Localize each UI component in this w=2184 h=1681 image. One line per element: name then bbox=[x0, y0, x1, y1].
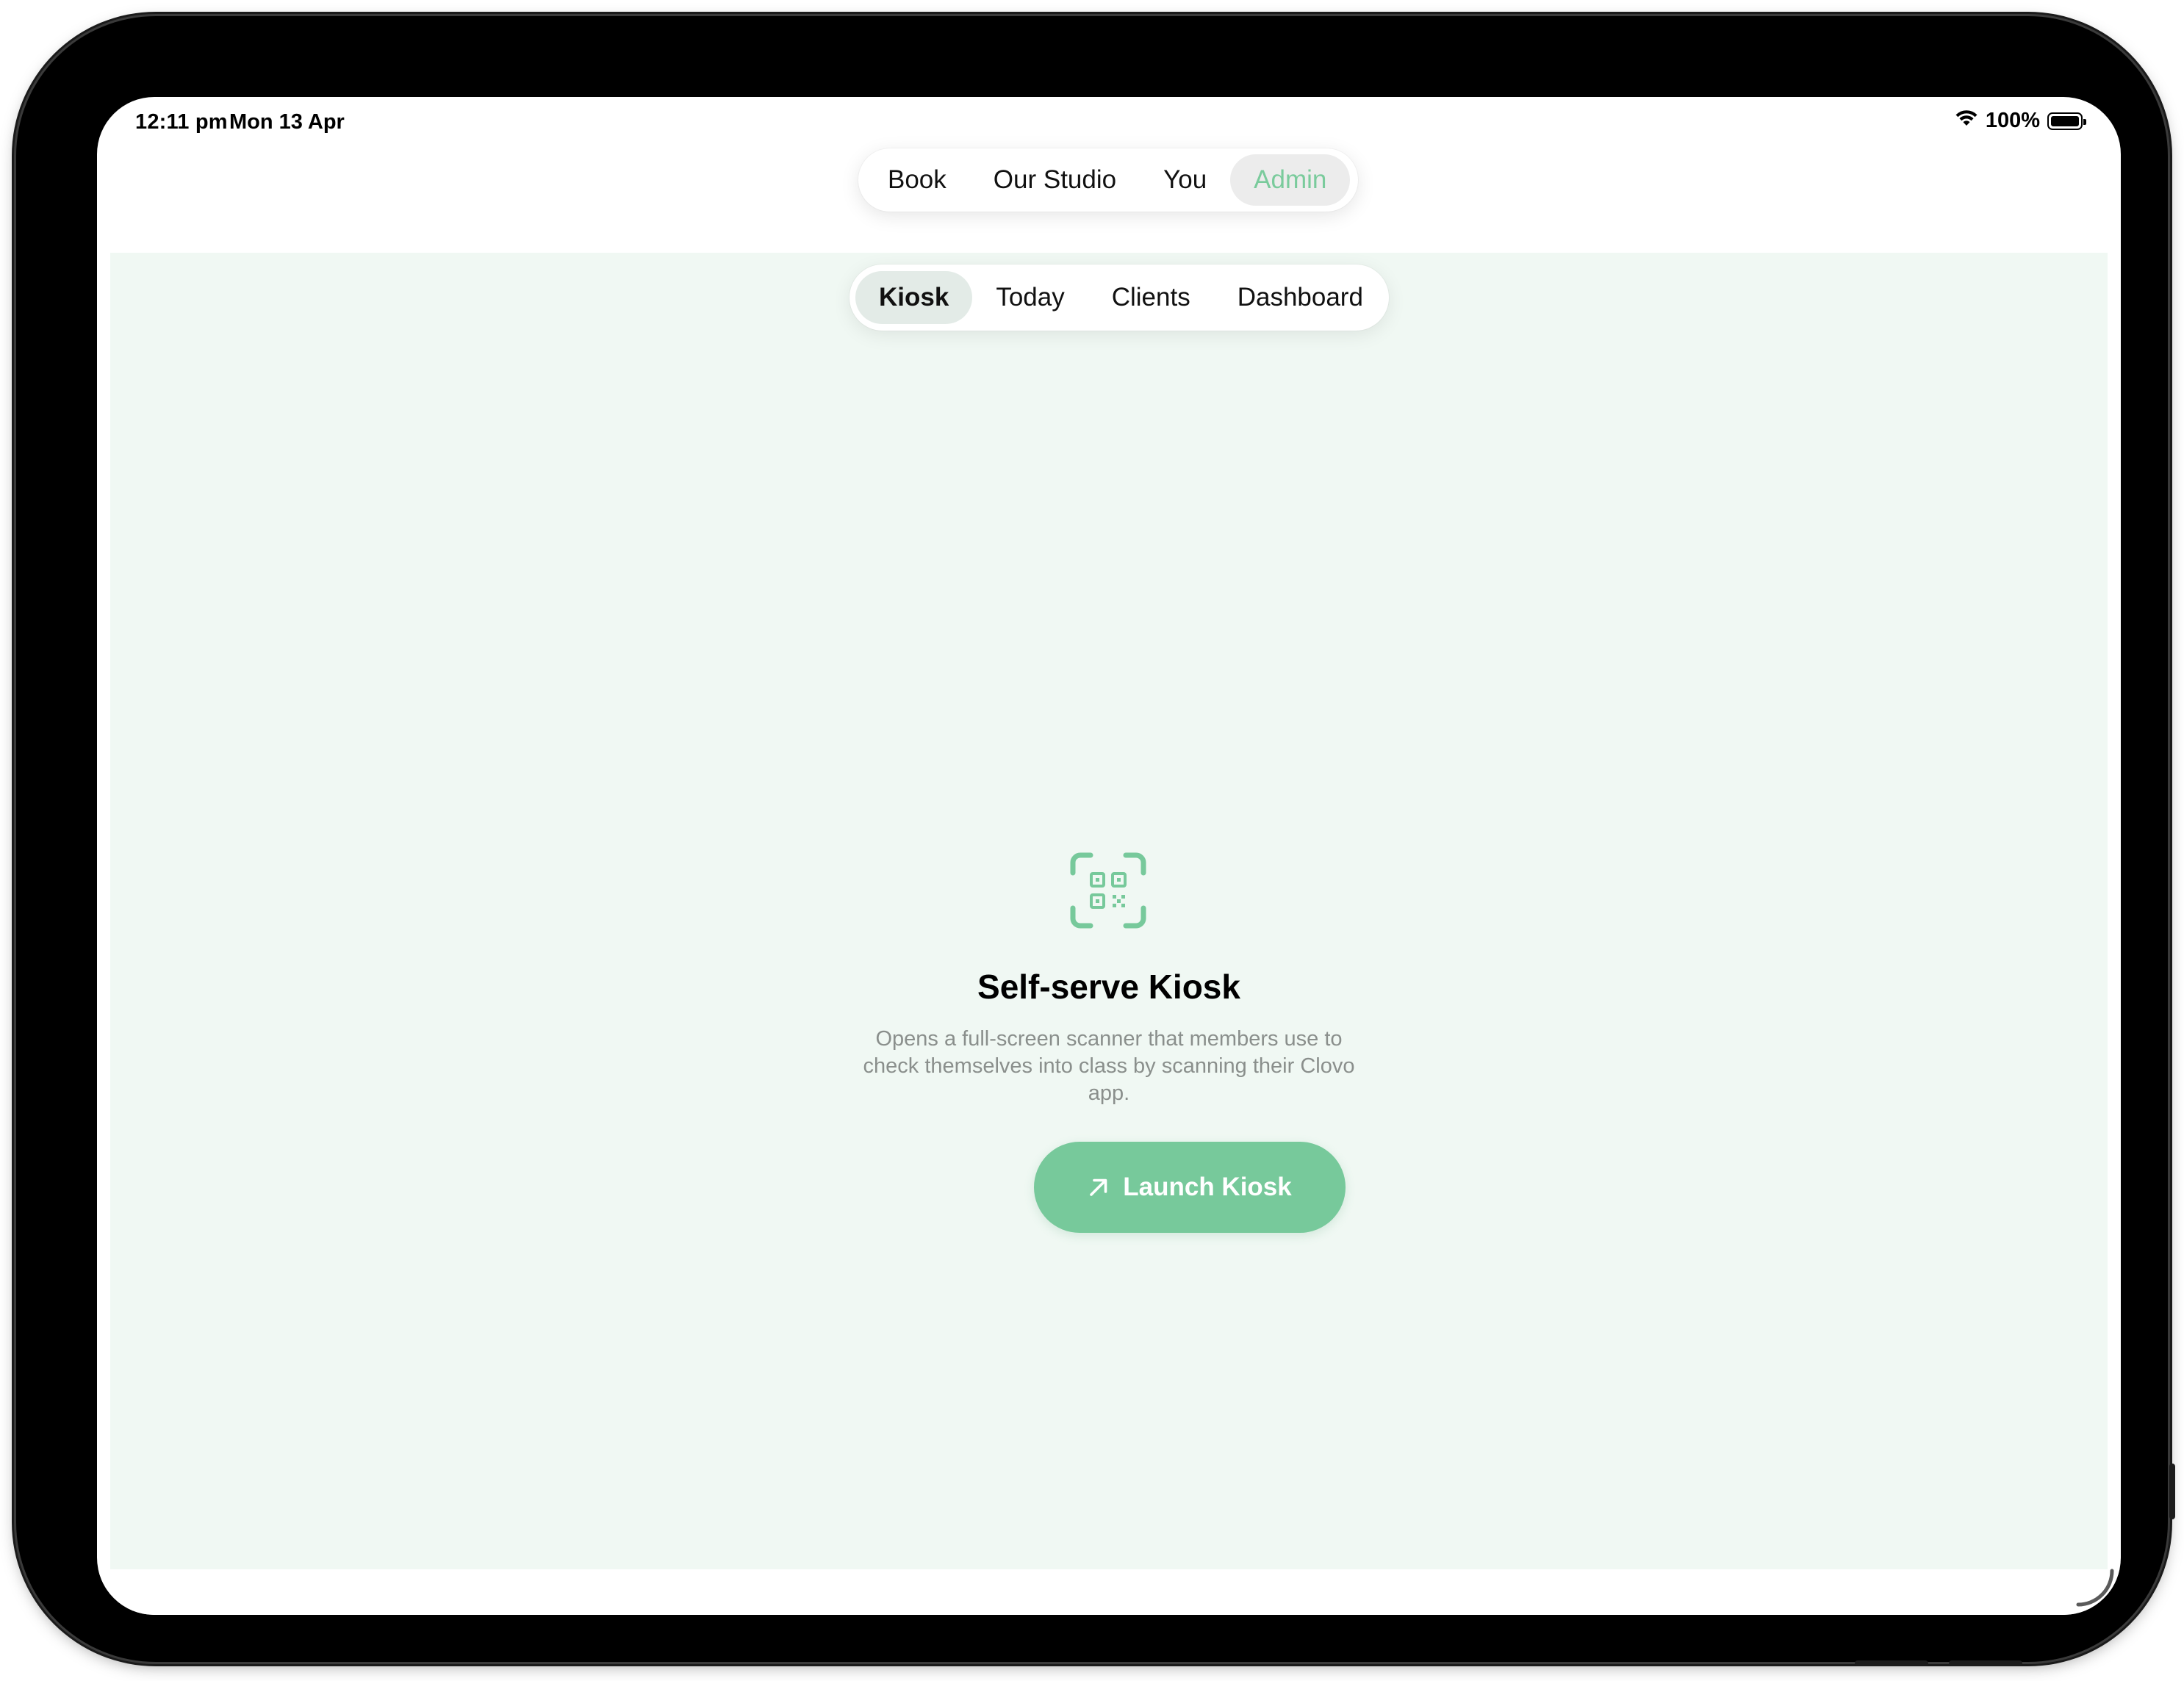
battery-icon bbox=[2047, 112, 2086, 130]
qr-scan-icon bbox=[1070, 852, 1146, 929]
tab-our-studio[interactable]: Our Studio bbox=[970, 154, 1140, 206]
resize-handle-icon[interactable] bbox=[2072, 1565, 2116, 1609]
launch-kiosk-label: Launch Kiosk bbox=[1123, 1173, 1292, 1201]
tab-book[interactable]: Book bbox=[864, 154, 970, 206]
launch-kiosk-button[interactable]: Launch Kiosk bbox=[1034, 1142, 1346, 1233]
tab-you[interactable]: You bbox=[1140, 154, 1230, 206]
top-button-right bbox=[1949, 1660, 2022, 1666]
status-date: Mon 13 Apr bbox=[229, 110, 345, 134]
tab-today[interactable]: Today bbox=[972, 271, 1088, 324]
tab-kiosk[interactable]: Kiosk bbox=[855, 271, 973, 324]
admin-sub-nav: Kiosk Today Clients Dashboard bbox=[849, 264, 1389, 331]
top-button-left bbox=[1855, 1660, 1928, 1666]
status-bar: 12:11 pm Mon 13 Apr 100% bbox=[97, 97, 2121, 148]
wifi-icon bbox=[1955, 109, 1978, 133]
battery-percentage: 100% bbox=[1985, 109, 2040, 132]
screen: 12:11 pm Mon 13 Apr 100% Book Our Studio… bbox=[97, 97, 2121, 1615]
status-time: 12:11 pm bbox=[135, 110, 228, 134]
ipad-device-frame: 12:11 pm Mon 13 Apr 100% Book Our Studio… bbox=[16, 16, 2175, 1666]
status-indicators: 100% bbox=[1955, 109, 2086, 133]
volume-button bbox=[2169, 1464, 2175, 1519]
kiosk-title: Self-serve Kiosk bbox=[977, 968, 1240, 1006]
tab-admin[interactable]: Admin bbox=[1230, 154, 1351, 206]
bottom-area bbox=[97, 1569, 2121, 1615]
admin-content: Kiosk Today Clients Dashboard Self-serve… bbox=[110, 253, 2108, 1569]
tab-dashboard[interactable]: Dashboard bbox=[1214, 271, 1387, 324]
top-nav: Book Our Studio You Admin bbox=[858, 148, 1358, 212]
tab-clients[interactable]: Clients bbox=[1088, 271, 1214, 324]
arrow-up-right-icon bbox=[1088, 1176, 1110, 1198]
kiosk-description: Opens a full-screen scanner that members… bbox=[863, 1027, 1355, 1105]
